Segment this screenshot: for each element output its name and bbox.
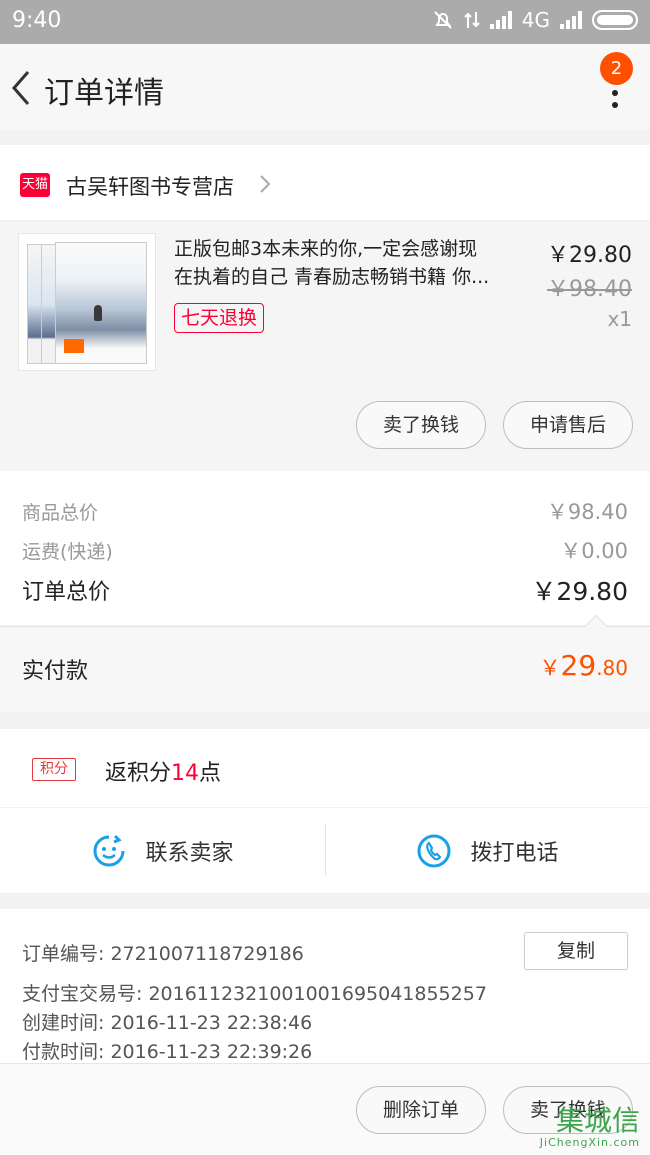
tmall-logo: 天猫 [20, 173, 50, 197]
signal-2-icon [560, 11, 582, 29]
amount-paid-decimal: .80 [596, 656, 628, 680]
delete-order-button[interactable]: 删除订单 [356, 1086, 486, 1134]
network-type: 4G [521, 8, 550, 32]
shop-name[interactable]: 古吴轩图书专营店 [66, 171, 234, 201]
back-arrow-icon[interactable] [6, 68, 36, 108]
created-time: 创建时间: 2016-11-23 22:38:46 [22, 1012, 313, 1034]
amount-paid-currency: ￥ [539, 656, 561, 680]
status-bar: 9:40 4G [0, 0, 650, 44]
watermark: 集城信 JiChengXin.com [520, 1104, 640, 1150]
mute-bell-icon [434, 11, 452, 29]
apply-after-sale-button[interactable]: 申请售后 [503, 401, 633, 449]
order-number: 订单编号: 2721007118729186 [22, 943, 304, 965]
order-info: 订单编号: 2721007118729186 复制 支付宝交易号: 201611… [0, 909, 650, 1063]
footer-actions: 删除订单 卖了换钱 集城信 JiChengXin.com [0, 1063, 650, 1155]
data-arrows-icon [464, 12, 480, 28]
goods-total-label: 商品总价 [22, 501, 99, 524]
product-title[interactable]: 正版包邮3本未来的你,一定会感谢现 在执着的自己 青春励志畅销书籍 你... [174, 235, 526, 291]
status-time: 9:40 [12, 8, 62, 33]
product-image[interactable] [18, 233, 156, 371]
nav-bar: 订单详情 [0, 44, 650, 130]
copy-button[interactable]: 复制 [524, 932, 628, 970]
notification-badge: 2 [600, 52, 633, 85]
points-suffix: 点 [199, 761, 222, 786]
chat-face-icon [94, 834, 125, 866]
publisher-stamp [64, 339, 84, 353]
phone-icon [417, 834, 451, 867]
order-total-row: 订单总价 ￥29.80 [22, 572, 628, 608]
order-item[interactable]: 正版包邮3本未来的你,一定会感谢现 在执着的自己 青春励志畅销书籍 你... 七… [0, 221, 650, 471]
contact-seller-label: 联系卖家 [145, 840, 234, 866]
goods-total-value: ￥98.40 [546, 500, 628, 524]
paid-time: 付款时间: 2016-11-23 22:39:26 [22, 1041, 313, 1063]
shop-header[interactable]: 天猫 古吴轩图书专营店 [0, 145, 650, 221]
sell-for-cash-button[interactable]: 卖了换钱 [356, 401, 486, 449]
chevron-right-icon [260, 175, 271, 193]
points-text: 返积分14点 [105, 755, 221, 787]
watermark-logo: 集城信 [555, 1104, 640, 1137]
amount-paid-value: ￥29.80 [540, 649, 628, 682]
order-total-value: ￥29.80 [531, 577, 628, 606]
girl-figure [94, 305, 102, 321]
status-icons: 4G [432, 8, 638, 32]
points-tag: 积分 [32, 758, 76, 781]
item-price: ￥29.80 [547, 243, 632, 268]
call-phone-button[interactable]: 拨打电话 [325, 808, 650, 893]
shipping-value: ￥0.00 [560, 539, 628, 563]
goods-total-row: 商品总价 ￥98.40 [22, 496, 628, 526]
points-prefix: 返积分 [105, 761, 172, 786]
points-row: 积分 返积分14点 [0, 729, 650, 807]
price-summary: 商品总价 ￥98.40 运费(快递) ￥0.00 订单总价 ￥29.80 [0, 471, 650, 625]
watermark-url: JiChengXin.com [539, 1136, 640, 1149]
page-title: 订单详情 [44, 76, 164, 111]
signal-icon [489, 11, 512, 29]
product-title-line2: 在执着的自己 青春励志畅销书籍 你... [174, 266, 490, 288]
amount-paid-label: 实付款 [22, 659, 89, 684]
points-number: 14 [171, 761, 200, 786]
return-policy-tag: 七天退换 [174, 303, 265, 333]
item-original-price: ￥98.40 [547, 277, 632, 302]
battery-icon [592, 10, 638, 30]
shipping-label: 运费(快递) [22, 540, 113, 563]
product-title-line1: 正版包邮3本未来的你,一定会感谢现 [174, 238, 478, 260]
order-total-label: 订单总价 [22, 580, 111, 605]
alipay-trade-number: 支付宝交易号: 2016112321001001695041855257 [22, 983, 487, 1005]
amount-paid-row: 实付款 ￥29.80 [0, 614, 650, 712]
book-cover-front [55, 242, 147, 364]
contact-bar: 联系卖家 拨打电话 [0, 808, 650, 893]
shipping-row: 运费(快递) ￥0.00 [22, 535, 628, 565]
amount-paid-integer: 29 [560, 649, 597, 682]
item-quantity: x1 [607, 307, 632, 331]
contact-seller-button[interactable]: 联系卖家 [0, 808, 325, 893]
call-phone-label: 拨打电话 [470, 840, 559, 866]
